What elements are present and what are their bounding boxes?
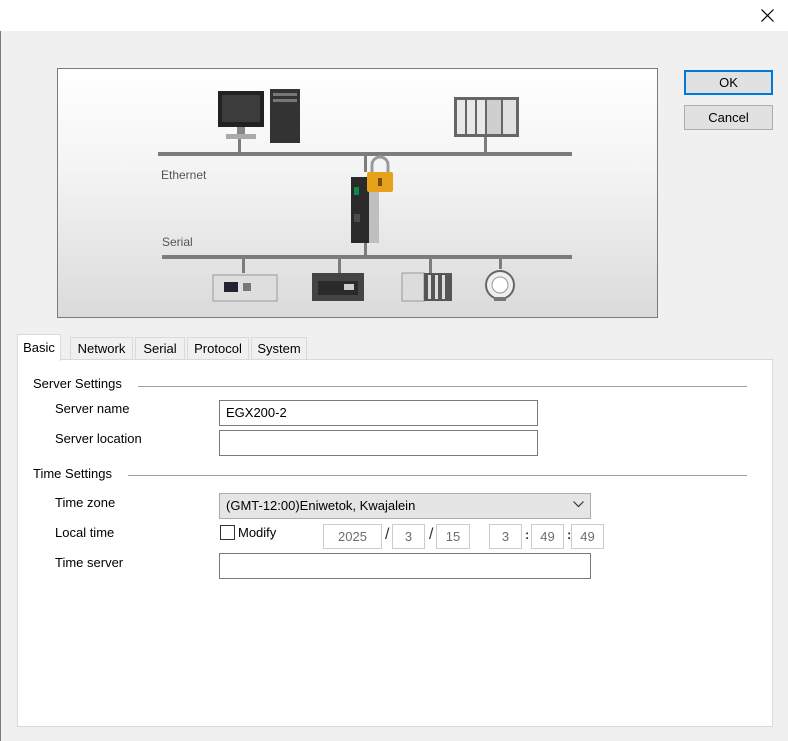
server-settings-divider (138, 386, 747, 387)
server-location-input[interactable] (219, 430, 538, 456)
server-name-input[interactable]: EGX200-2 (219, 400, 538, 426)
time-zone-label: Time zone (55, 495, 116, 510)
computer-icon (218, 89, 300, 143)
time-separator: : (525, 527, 530, 542)
tab-system[interactable]: System (251, 337, 307, 360)
tab-basic[interactable]: Basic (17, 334, 61, 361)
server-location-label: Server location (55, 431, 142, 446)
local-time-label: Local time (55, 525, 115, 540)
month-field: 3 (392, 524, 425, 549)
second-field: 49 (571, 524, 604, 549)
time-server-input[interactable] (219, 553, 591, 579)
rack-device-icon (454, 97, 519, 137)
time-zone-value: (GMT-12:00)Eniwetok, Kwajalein (226, 498, 416, 513)
network-diagram: Ethernet Serial (57, 68, 658, 318)
tab-serial[interactable]: Serial (135, 337, 185, 360)
day-field: 15 (436, 524, 470, 549)
date-separator: / (385, 526, 390, 543)
tab-protocol[interactable]: Protocol (187, 337, 249, 360)
server-settings-heading: Server Settings (33, 376, 128, 391)
time-zone-dropdown[interactable]: (GMT-12:00)Eniwetok, Kwajalein (219, 493, 591, 519)
serial-device-2-icon (312, 273, 364, 301)
basic-tab-panel: Server Settings Server name EGX200-2 Ser… (17, 359, 773, 727)
close-icon (761, 9, 774, 22)
tab-network[interactable]: Network (70, 337, 133, 360)
serial-device-3-icon (401, 272, 452, 302)
lock-icon (367, 155, 393, 192)
cancel-button[interactable]: Cancel (684, 105, 773, 130)
close-button[interactable] (752, 0, 782, 31)
year-field: 2025 (323, 524, 382, 549)
time-server-label: Time server (55, 555, 124, 570)
ok-button[interactable]: OK (684, 70, 773, 95)
ethernet-label: Ethernet (161, 168, 207, 182)
serial-device-1-icon (212, 274, 278, 302)
modify-label[interactable]: Modify (238, 525, 276, 540)
power-meter-icon (485, 270, 515, 301)
chevron-down-icon (573, 501, 584, 508)
serial-label: Serial (162, 235, 193, 249)
server-name-label: Server name (55, 401, 130, 416)
minute-field: 49 (531, 524, 564, 549)
time-settings-heading: Time Settings (33, 466, 118, 481)
title-bar (0, 0, 788, 31)
hour-field: 3 (489, 524, 522, 549)
modify-checkbox[interactable] (220, 525, 235, 540)
date-separator: / (429, 526, 434, 543)
time-settings-divider (128, 475, 747, 476)
window-border (0, 31, 1, 741)
